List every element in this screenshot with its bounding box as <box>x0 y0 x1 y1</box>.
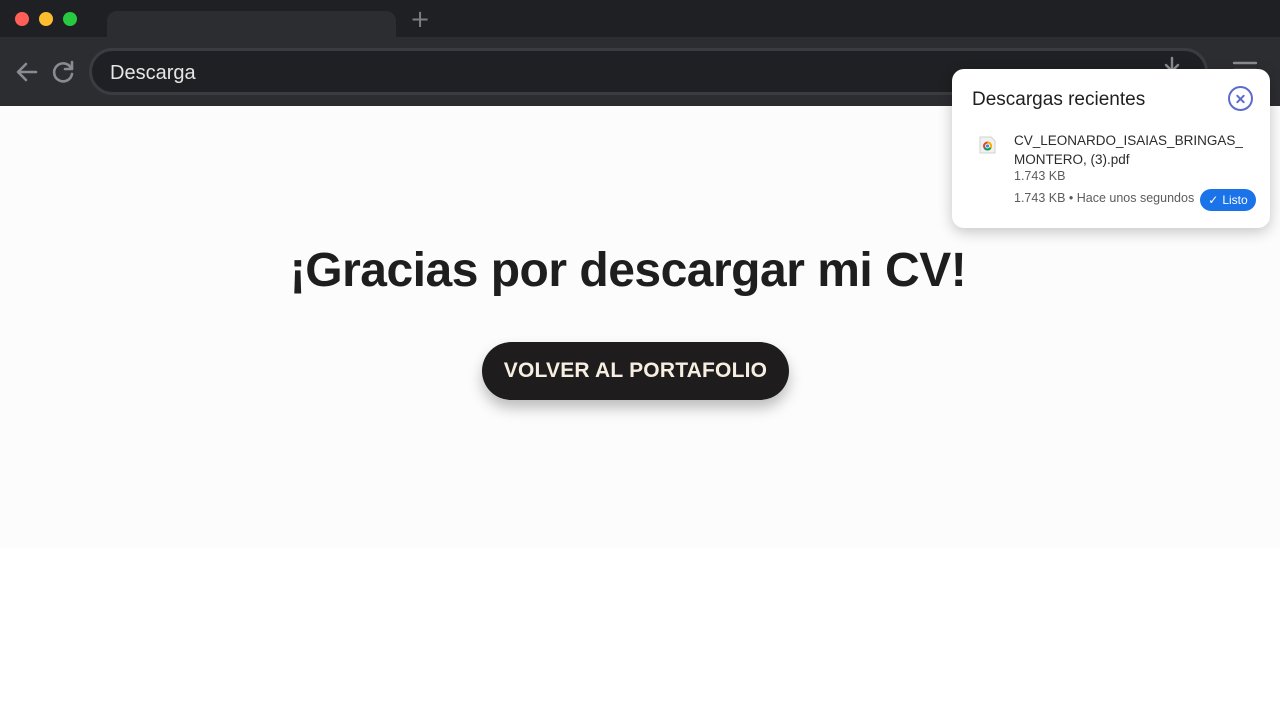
close-icon[interactable] <box>1228 86 1253 111</box>
download-file-name[interactable]: CV_LEONARDO_ISAIAS_BRINGAS_MONTERO, (3).… <box>1014 131 1250 169</box>
close-window-button[interactable] <box>15 12 29 26</box>
page-title: ¡Gracias por descargar mi CV! <box>289 244 967 297</box>
browser-tab[interactable] <box>107 11 396 37</box>
address-bar-text: Descarga <box>110 62 196 84</box>
maximize-window-button[interactable] <box>63 12 77 26</box>
new-tab-plus-icon[interactable]: + <box>408 7 432 31</box>
tab-strip: + <box>0 0 1280 37</box>
downloads-popup: Descargas recientes CV_LEONARDO_ISAIAS_B… <box>952 69 1270 228</box>
downloads-popup-title: Descargas recientes <box>972 89 1146 110</box>
minimize-window-button[interactable] <box>39 12 53 26</box>
download-file-meta: 1.743 KB • Hace unos segundos <box>1014 191 1195 205</box>
download-file-size: 1.743 KB <box>1014 169 1066 183</box>
chrome-file-icon <box>979 136 996 154</box>
back-arrow-icon[interactable] <box>13 58 41 86</box>
browser-window: + Descarga ¡Gracias por descargar mi CV!… <box>0 0 1280 548</box>
back-to-portfolio-button[interactable]: VOLVER AL PORTAFOLIO <box>482 342 789 400</box>
checkmark-icon: ✓ <box>1208 193 1219 207</box>
status-badge: ✓ Listo <box>1200 189 1256 211</box>
reload-icon[interactable] <box>49 58 77 86</box>
status-badge-label: Listo <box>1222 193 1248 207</box>
